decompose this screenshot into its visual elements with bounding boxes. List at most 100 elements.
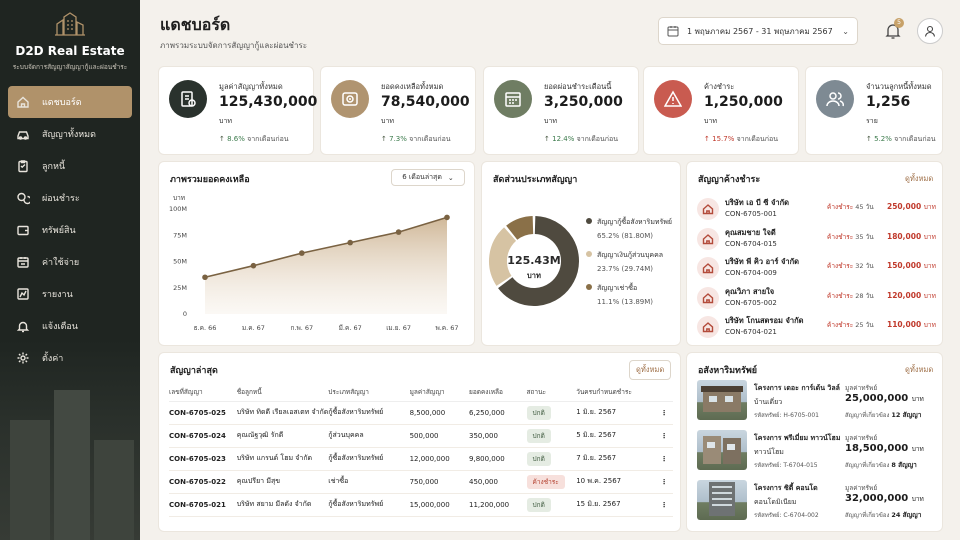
warning-icon xyxy=(654,80,692,118)
asset-value-label: มูลค่าทรัพย์ xyxy=(845,484,878,492)
overdue-item[interactable]: บริษัท โกนสตรอม จำกัด CON-6704-021 ค้างช… xyxy=(697,314,936,342)
data-point[interactable] xyxy=(395,229,402,235)
donut-slice-2[interactable] xyxy=(506,216,534,241)
calendar-icon xyxy=(667,26,679,37)
house-icon xyxy=(697,198,719,220)
arrow-up-icon: ↑ xyxy=(544,135,550,143)
legend-swatch xyxy=(586,284,592,290)
overdue-amount: 120,000 บาท xyxy=(887,291,936,301)
asset-item[interactable]: โครงการ ซิตี้ คอนโด คอนโดมิเนียม รหัสทรั… xyxy=(697,480,935,524)
asset-value-label: มูลค่าทรัพย์ xyxy=(845,384,878,392)
asset-name: โครงการ เดอะ การ์เด้น วิลล์ xyxy=(754,384,840,392)
y-tick-label: 25M xyxy=(173,284,187,292)
asset-item[interactable]: โครงการ พรีเมี่ยม ทาวน์โฮม ทาวน์โฮม รหัส… xyxy=(697,430,935,474)
overdue-amount: 150,000 บาท xyxy=(887,261,936,271)
sidebar-item-0[interactable]: แดชบอร์ด xyxy=(8,86,132,118)
stat-unit: บาท xyxy=(219,117,232,125)
data-point[interactable] xyxy=(202,274,208,281)
data-point[interactable] xyxy=(347,239,353,246)
table-row[interactable]: CON-6705-024 คุณณัฐวุฒิ รักดี กู้ส่วนบุค… xyxy=(169,424,673,448)
more-vertical-icon[interactable]: ⋮ xyxy=(655,424,673,448)
assets-title: อสังหาริมทรัพย์ xyxy=(698,366,758,376)
overdue-days: ค้างชำระ 25 วัน xyxy=(827,320,874,330)
more-vertical-icon[interactable]: ⋮ xyxy=(655,401,673,425)
cell-status: ปกติ xyxy=(526,401,577,425)
recent-view-all-button[interactable]: ดูทั้งหมด xyxy=(629,360,672,380)
legend-item-1: สัญญาเงินกู้ส่วนบุคคล 23.7% (29.74M) xyxy=(586,250,663,273)
cell-value: 8,500,000 xyxy=(409,401,470,425)
overdue-item[interactable]: คุณสมชาย ใจดี CON-6704-015 ค้างชำระ 35 ว… xyxy=(697,226,936,254)
stat-card-0: มูลค่าสัญญาทั้งหมด 125,430,000 บาท ↑ 8.6… xyxy=(158,66,317,155)
arrow-up-icon: ↑ xyxy=(381,135,387,143)
asset-contracts-count: 12 สัญญา xyxy=(891,411,922,419)
sidebar-item-5[interactable]: ค่าใช้จ่าย xyxy=(8,246,132,278)
overdue-amount-unit: บาท xyxy=(923,232,936,241)
legend-amount: (13.89M) xyxy=(621,298,654,306)
asset-contracts-label: สัญญาที่เกี่ยวข้อง xyxy=(845,412,890,419)
cell-type: เช่าซื้อ xyxy=(328,470,410,494)
sidebar-item-6[interactable]: รายงาน xyxy=(8,278,132,310)
overdue-days-value: 28 วัน xyxy=(855,291,874,300)
overdue-amount-value: 150,000 xyxy=(887,261,922,270)
data-point[interactable] xyxy=(250,262,257,269)
page-title: แดชบอร์ด xyxy=(160,15,231,34)
home-icon xyxy=(17,96,29,108)
coins-icon xyxy=(17,192,30,205)
sidebar-item-3[interactable]: ผ่อนชำระ xyxy=(8,182,132,214)
table-row[interactable]: CON-6705-022 คุณปรียา มีสุข เช่าซื้อ 750… xyxy=(169,470,673,494)
cell-status: ค้างชำระ xyxy=(526,470,577,494)
asset-contracts-label: สัญญาที่เกี่ยวข้อง xyxy=(845,462,890,469)
asset-photo xyxy=(697,480,747,520)
assets-view-all-link[interactable]: ดูทั้งหมด xyxy=(905,364,933,376)
legend-name: สัญญาเงินกู้ส่วนบุคคล xyxy=(597,251,664,259)
overdue-days-value: 32 วัน xyxy=(855,262,874,270)
date-range-picker[interactable]: 1 พฤษภาคม 2567 - 31 พฤษภาคม 2567 ⌄ xyxy=(658,17,858,45)
overdue-code: CON-6704-009 xyxy=(725,269,777,277)
table-row[interactable]: CON-6705-025 บริษัท ทิดดี เรียลเอสเตท จำ… xyxy=(169,401,673,425)
cell-due: 1 มิ.ย. 2567 xyxy=(576,401,656,425)
overdue-amount: 110,000 บาท xyxy=(887,320,936,330)
user-icon xyxy=(924,25,936,37)
cell-status: ปกติ xyxy=(526,447,577,471)
stat-change-pct: 12.4% xyxy=(552,135,575,143)
sidebar-item-1[interactable]: สัญญาทั้งหมด xyxy=(8,118,132,150)
sidebar-item-8[interactable]: ตั้งค่า xyxy=(8,342,132,374)
more-vertical-icon[interactable]: ⋮ xyxy=(655,493,673,517)
table-row[interactable]: CON-6705-021 บริษัท สยาม มีลดัง จำกัด กู… xyxy=(169,493,673,517)
data-point[interactable] xyxy=(444,214,450,221)
column-header: ยอดคงเหลือ xyxy=(469,383,527,402)
stat-change-pct: 15.7% xyxy=(712,135,735,143)
cell-value: 15,000,000 xyxy=(409,493,470,517)
cell-value: 12,000,000 xyxy=(409,447,470,471)
chart-icon xyxy=(17,288,29,300)
overdue-item[interactable]: บริษัท เอ บี ซี จำกัด CON-6705-001 ค้างช… xyxy=(697,196,936,224)
house-icon xyxy=(697,316,719,338)
more-vertical-icon[interactable]: ⋮ xyxy=(655,470,673,494)
sidebar-item-4[interactable]: ทรัพย์สิน xyxy=(8,214,132,246)
overdue-item[interactable]: บริษัท พี คิว อาร์ จำกัด CON-6704-009 ค้… xyxy=(697,255,936,283)
status-badge: ปกติ xyxy=(526,405,551,420)
user-avatar[interactable] xyxy=(917,18,943,44)
sidebar-item-7[interactable]: แจ้งเตือน xyxy=(8,310,132,342)
overdue-item[interactable]: คุณวิภา สายใจ CON-6705-002 ค้างชำระ 28 ว… xyxy=(697,285,936,313)
data-point[interactable] xyxy=(299,250,305,256)
overdue-code: CON-6704-021 xyxy=(725,328,777,336)
sidebar-item-label: ทรัพย์สิน xyxy=(42,226,76,236)
overdue-card: สัญญาค้างชำระ ดูทั้งหมด บริษัท เอ บี ซี … xyxy=(686,161,943,346)
overdue-code: CON-6705-002 xyxy=(725,298,777,307)
donut-center-value: 125.43M xyxy=(507,254,561,267)
stat-change-pct: 5.2% xyxy=(874,135,892,143)
more-vertical-icon[interactable]: ⋮ xyxy=(655,447,673,471)
sidebar-item-2[interactable]: ลูกหนี้ xyxy=(8,150,132,182)
stat-value: 1,250,000 xyxy=(704,94,783,110)
legend-pct: 11.1% xyxy=(597,298,620,306)
asset-item[interactable]: โครงการ เดอะ การ์เด้น วิลล์ บ้านเดี่ยว ร… xyxy=(697,380,935,424)
table-row[interactable]: CON-6705-023 บริษัท แกรนด์ โฮม จำกัด กู้… xyxy=(169,447,673,471)
bell-icon xyxy=(16,321,30,333)
clipboard-icon xyxy=(18,160,28,173)
overdue-view-all-link[interactable]: ดูทั้งหมด xyxy=(905,173,933,185)
cell-name: บริษัท แกรนด์ โฮม จำกัด xyxy=(236,447,329,471)
overdue-amount-value: 120,000 xyxy=(887,290,922,300)
sidebar-nav: แดชบอร์ด สัญญาทั้งหมด ลูกหนี้ ผ่อนชำระทรัพย… xyxy=(8,86,132,374)
donut-center-unit: บาท xyxy=(527,271,541,280)
